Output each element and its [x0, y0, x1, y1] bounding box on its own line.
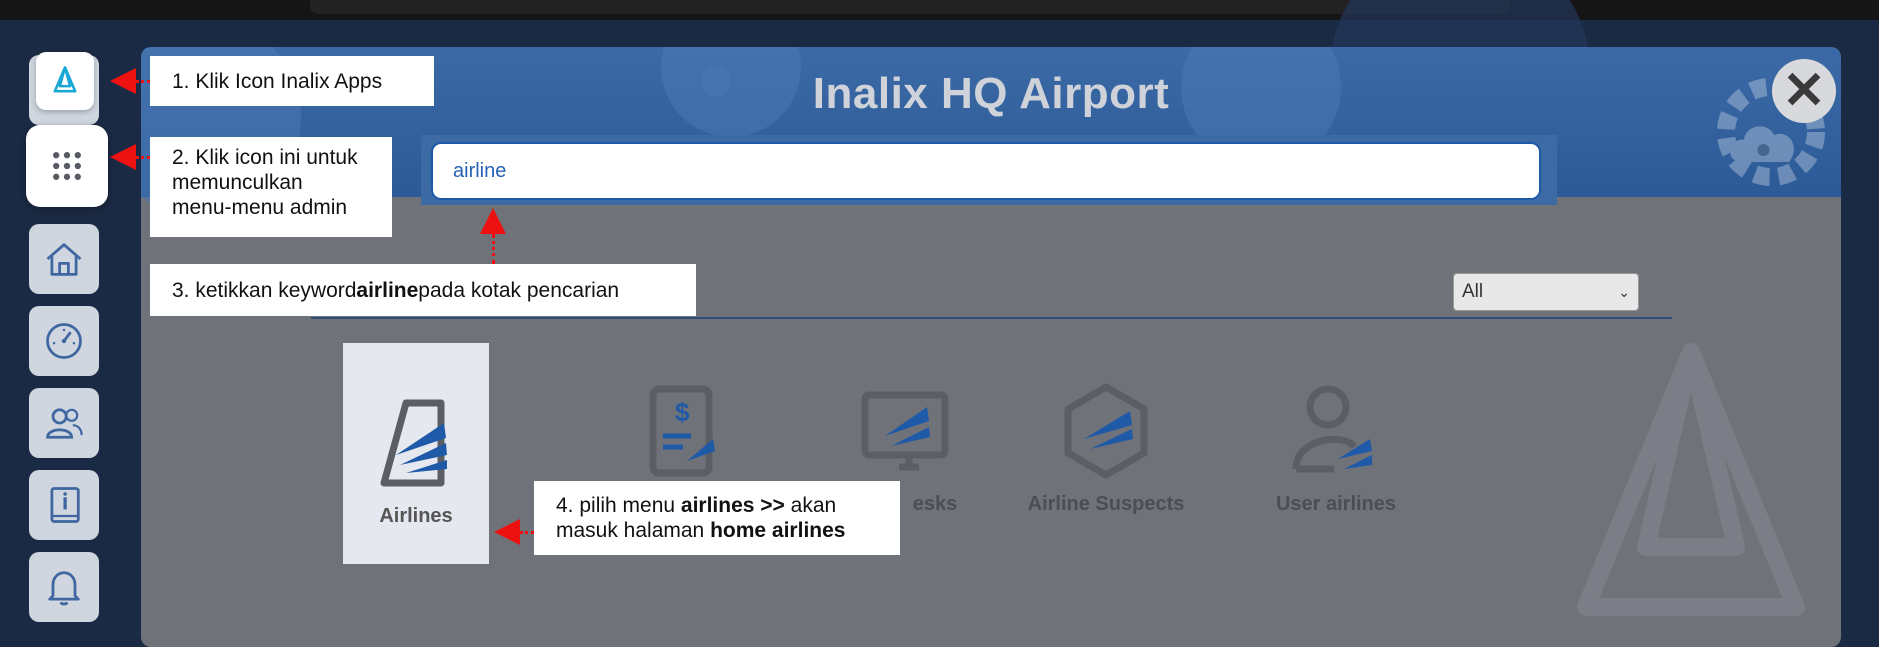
airlines-icon	[380, 399, 447, 487]
sidebar-item-notifications[interactable]	[29, 552, 99, 622]
bell-icon	[48, 571, 80, 606]
user-airlines-icon	[1292, 385, 1372, 473]
sidebar-item-users[interactable]	[29, 388, 99, 458]
apps-grid-icon[interactable]	[26, 125, 108, 207]
info-book-icon	[50, 487, 80, 523]
annotation-dots-4	[520, 531, 534, 534]
annotation-dots-1	[136, 80, 150, 83]
inalix-watermark-icon	[1577, 343, 1805, 616]
address-bar[interactable]	[310, 0, 1510, 14]
airline-desks-icon	[861, 391, 949, 471]
sidebar-item-dashboard[interactable]	[29, 306, 99, 376]
app-tile-airlines[interactable]: Airlines	[343, 343, 489, 564]
annotation-arrow-1	[110, 68, 136, 94]
filter-selected-value: All	[1462, 281, 1484, 302]
chevron-down-icon: ⌄	[1618, 283, 1630, 300]
annotation-arrow-3	[480, 208, 506, 234]
app-launcher-modal: Inalix HQ Airport ✕ All ⌄ Airlines $	[141, 47, 1841, 647]
users-icon	[46, 408, 83, 439]
annotation-step-1: 1. Klik Icon Inalix Apps	[150, 56, 434, 106]
app-label-airline-suspects: Airline Suspects	[1027, 493, 1185, 515]
divider	[311, 317, 1672, 319]
category-filter-select[interactable]: All ⌄	[1453, 273, 1639, 311]
annotation-arrow-4	[494, 519, 520, 545]
browser-top-bar	[0, 0, 1879, 20]
search-input[interactable]	[431, 142, 1541, 200]
annotation-dots-3	[492, 234, 495, 264]
app-tile-user-airlines[interactable]: User airlines	[1236, 343, 1436, 563]
annotation-step-3: 3. ketikkan keyword airline pada kotak p…	[150, 264, 696, 316]
airline-suspects-icon	[1064, 383, 1148, 479]
app-label-airlines: Airlines	[379, 505, 453, 527]
billing-document-icon: $	[649, 385, 715, 477]
annotation-step-2: 2. Klik icon ini untuk memunculkan menu-…	[150, 137, 392, 237]
sidebar-item-home[interactable]	[29, 224, 99, 294]
annotation-arrow-2	[110, 144, 136, 170]
dashboard-gauge-icon	[46, 323, 82, 359]
app-tile-airline-suspects[interactable]: Airline Suspects	[1006, 343, 1206, 563]
sidebar-item-info[interactable]	[29, 470, 99, 540]
close-button[interactable]: ✕	[1772, 59, 1836, 123]
inalix-apps-icon[interactable]	[36, 52, 94, 110]
svg-text:$: $	[675, 397, 690, 427]
annotation-dots-2	[136, 156, 150, 159]
app-label-user-airlines: User airlines	[1275, 493, 1397, 515]
home-icon	[46, 243, 82, 276]
annotation-step-4: 4. pilih menu airlines >> akan masuk hal…	[534, 481, 900, 555]
